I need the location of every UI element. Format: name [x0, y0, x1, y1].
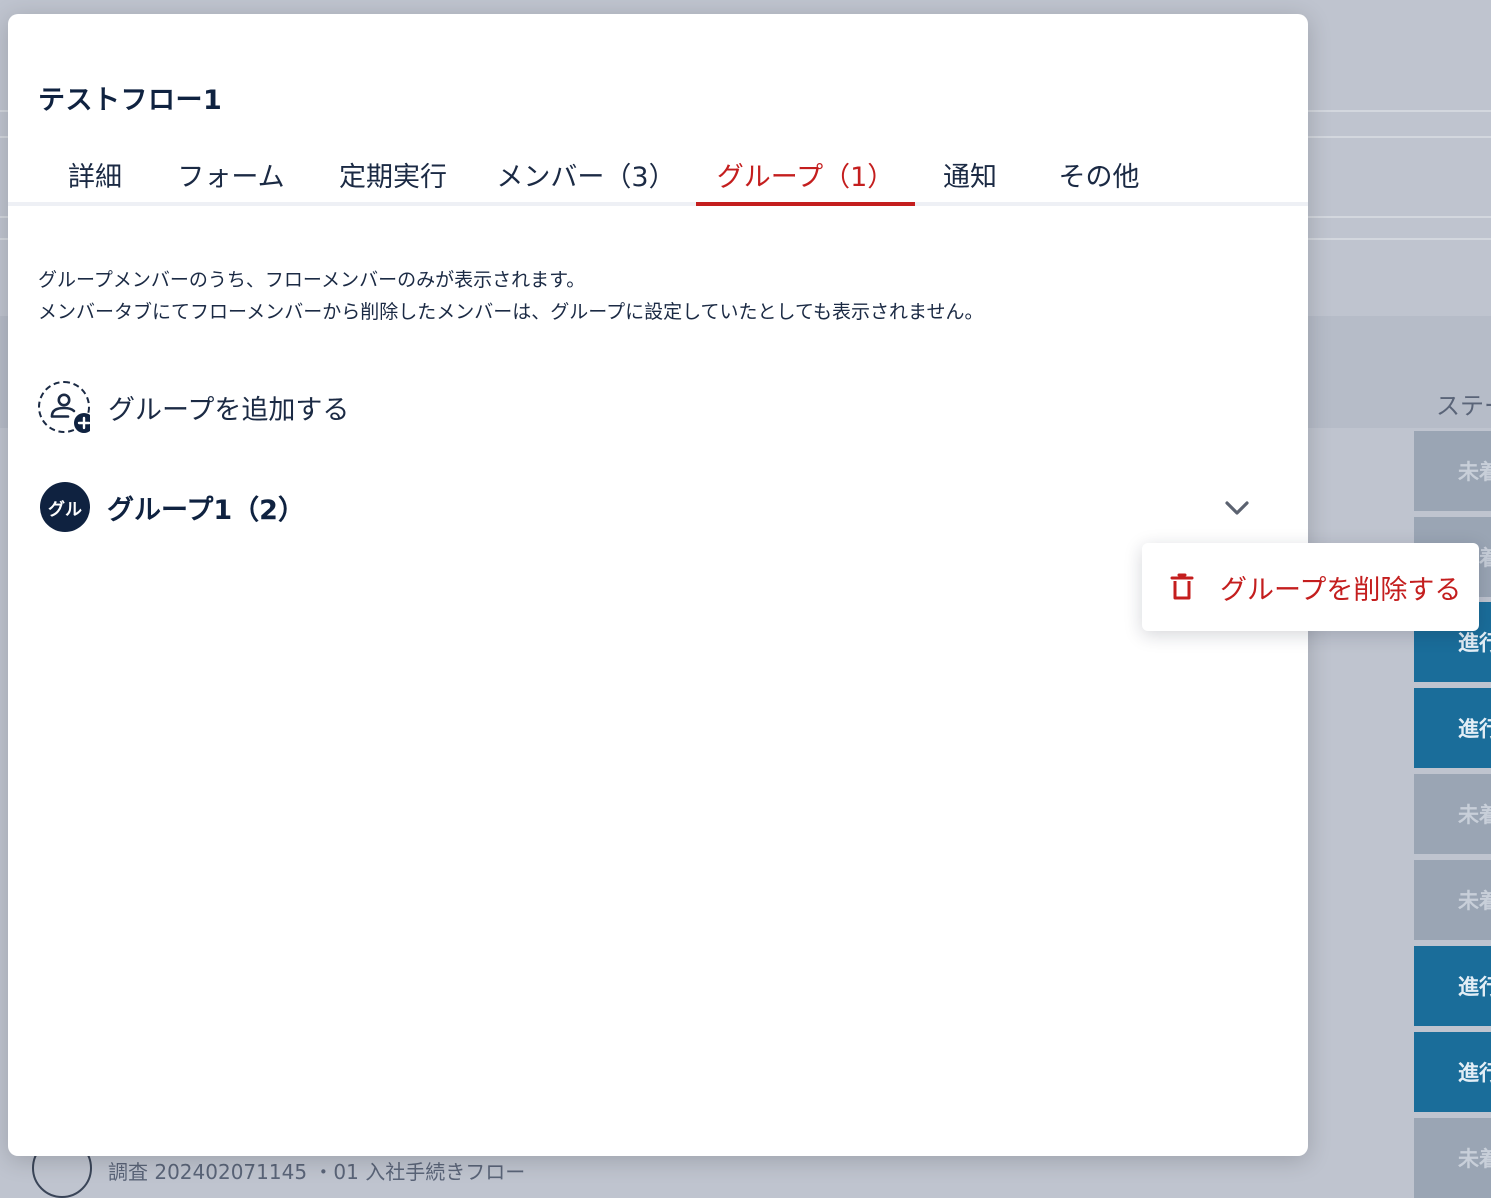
delete-group-menu-item[interactable]: グループを削除する: [1142, 543, 1479, 631]
delete-group-label: グループを削除する: [1220, 574, 1462, 606]
status-cell: 未着: [1414, 774, 1491, 854]
group-actions-menu: グループを削除する: [1142, 543, 1479, 631]
tab-other[interactable]: その他: [1054, 148, 1144, 202]
chevron-down-icon[interactable]: [1222, 493, 1252, 523]
groups-description: グループメンバーのうち、フローメンバーのみが表示されます。 メンバータブにてフロ…: [38, 264, 983, 328]
status-cell: 進行: [1414, 688, 1491, 768]
status-cell: 進行: [1414, 1032, 1491, 1112]
add-group-label: グループを追加する: [108, 394, 350, 426]
group-name: グループ1（2）: [107, 494, 305, 526]
tab-bar: 詳細 フォーム 定期実行 メンバー（3） グループ（1） 通知 その他: [8, 148, 1308, 206]
flow-settings-modal: テストフロー1 詳細 フォーム 定期実行 メンバー（3） グループ（1） 通知 …: [8, 14, 1308, 1156]
trash-icon: [1170, 573, 1194, 600]
background-active-tab-marker: [0, 264, 8, 292]
background-row-text: 調査 202402071145 ・01 入社手続きフロー: [108, 1160, 526, 1184]
add-group-button[interactable]: グループを追加する: [38, 379, 349, 435]
description-line: グループメンバーのうち、フローメンバーのみが表示されます。: [38, 269, 586, 291]
tab-form[interactable]: フォーム: [177, 148, 284, 202]
description-line: メンバータブにてフローメンバーから削除したメンバーは、グループに設定していたとし…: [38, 301, 984, 323]
tab-members[interactable]: メンバー（3）: [496, 148, 675, 202]
status-cell: 進行: [1414, 946, 1491, 1026]
tab-scheduled-run[interactable]: 定期実行: [336, 148, 450, 202]
group-list-item[interactable]: グル グループ1（2）: [40, 481, 1270, 533]
modal-title: テストフロー1: [38, 85, 223, 116]
group-avatar: グル: [40, 482, 90, 532]
status-cell: 未着: [1414, 1118, 1491, 1198]
status-cell: 未着: [1414, 860, 1491, 940]
tab-groups[interactable]: グループ（1）: [696, 148, 915, 206]
tab-notifications[interactable]: 通知: [940, 148, 1000, 202]
tab-details[interactable]: 詳細: [66, 148, 124, 202]
status-column-header: ステー: [1436, 392, 1491, 420]
add-person-icon: [38, 381, 90, 433]
status-cell: 未着: [1414, 431, 1491, 511]
